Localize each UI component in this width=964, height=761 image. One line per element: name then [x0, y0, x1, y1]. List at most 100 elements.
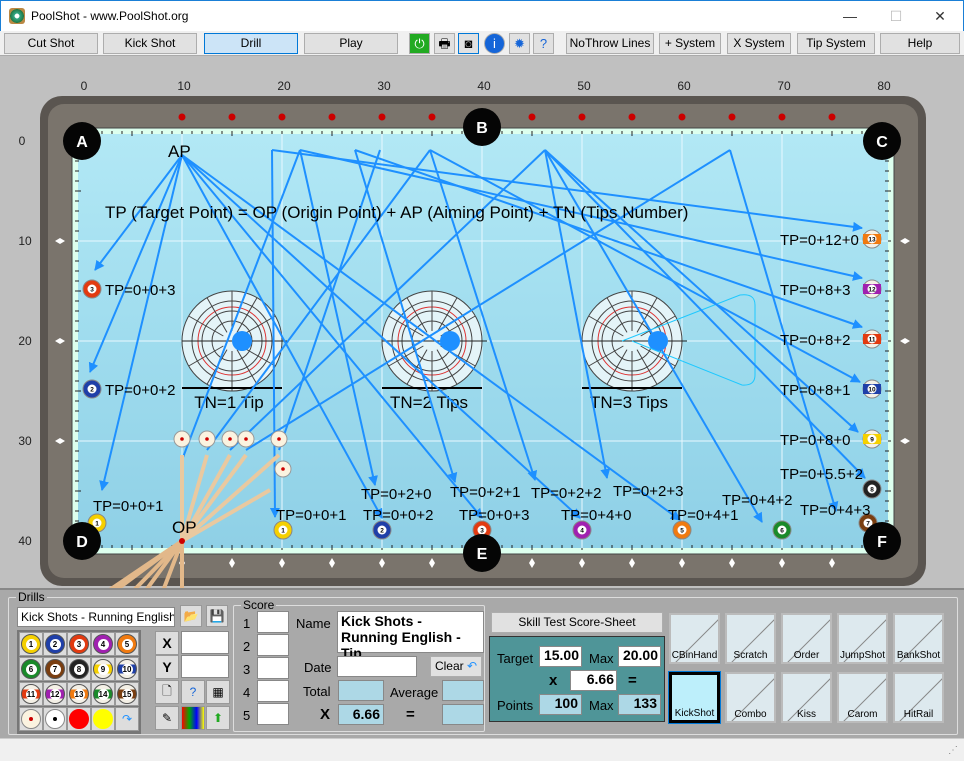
skill-multiplier[interactable]: 6.66	[570, 670, 617, 691]
palette-ball-8[interactable]: 8	[67, 657, 91, 681]
open-folder-icon[interactable]: 📂	[180, 605, 202, 627]
pocket-label: F	[877, 534, 887, 551]
export-folder-icon[interactable]: ⬆	[206, 706, 230, 730]
drill-type-kickshot[interactable]: KickShot	[668, 671, 721, 724]
palette-ball-7[interactable]: 7	[43, 657, 67, 681]
date-label: Date	[304, 660, 332, 675]
plus-system-button[interactable]: + System	[659, 33, 721, 54]
score-label: Score	[241, 598, 277, 612]
document-help-icon[interactable]: ?	[181, 680, 205, 704]
drill-type-kiss[interactable]: Kiss	[781, 672, 832, 723]
printer-icon[interactable]: 🖶	[434, 33, 455, 54]
resize-grip-icon[interactable]: ⋰	[948, 745, 958, 756]
power-icon[interactable]: ⏻	[409, 33, 430, 54]
ball-icon: 11	[21, 684, 41, 704]
palette-ball-12[interactable]: 12	[43, 682, 67, 706]
x-tick-label: 20	[277, 79, 291, 93]
rail-diamond	[678, 113, 686, 121]
x-tick-label: 0	[81, 79, 88, 93]
ball-number: 5	[121, 638, 133, 650]
maximize-button[interactable]: ☐	[873, 1, 919, 31]
score-row-field[interactable]	[257, 680, 289, 702]
drill-name-input[interactable]: Kick Shots - Running English - T	[17, 607, 175, 627]
y-input[interactable]	[181, 655, 229, 678]
skill-x-label: x	[549, 672, 558, 689]
palette-ball-1[interactable]: 1	[19, 632, 43, 656]
palette-ball-13[interactable]: 13	[67, 682, 91, 706]
palette-ball-4[interactable]: 4	[91, 632, 115, 656]
pocket-label: D	[76, 534, 88, 551]
gear-icon[interactable]: ✹	[509, 33, 530, 54]
clear-button[interactable]: Clear ↶	[430, 656, 482, 677]
help-document-icon[interactable]: ?	[533, 33, 554, 54]
kick-shot-button[interactable]: Kick Shot	[103, 33, 197, 54]
ball-icon: 5	[117, 634, 137, 654]
y-tick-label: 40	[18, 534, 32, 548]
palette-ball-15[interactable]: 15	[115, 682, 139, 706]
palette-ball-9[interactable]: 9	[91, 657, 115, 681]
ball-number: 2	[380, 528, 384, 535]
ball-number: 10	[121, 663, 133, 675]
cue-ball-red-dot-button[interactable]	[19, 707, 43, 731]
drill-type-bankshot[interactable]: BankShot	[893, 613, 944, 664]
score-row-field[interactable]	[257, 634, 289, 656]
ball-number: 3	[90, 287, 94, 294]
drill-type-carom[interactable]: Carom	[837, 672, 888, 723]
ball-number: 1	[281, 528, 285, 535]
ball-icon: 8	[69, 659, 89, 679]
x-input[interactable]	[181, 631, 229, 654]
palette-ball-14[interactable]: 14	[91, 682, 115, 706]
nothrow-lines-button[interactable]: NoThrow Lines	[566, 33, 654, 54]
camera-icon[interactable]: ◙	[458, 33, 479, 54]
new-document-icon[interactable]: 🗋	[155, 680, 179, 704]
info-icon[interactable]: i	[484, 33, 505, 54]
palette-ball-11[interactable]: 11	[19, 682, 43, 706]
drill-type-scratch[interactable]: Scratch	[725, 613, 776, 664]
pocket-label: A	[76, 134, 88, 151]
color-grid-icon[interactable]	[181, 706, 205, 730]
palette-ball-3[interactable]: 3	[67, 632, 91, 656]
drill-type-order[interactable]: Order	[781, 613, 832, 664]
palette-ball-2[interactable]: 2	[43, 632, 67, 656]
rail-diamond	[578, 113, 586, 121]
score-row-field[interactable]	[257, 657, 289, 679]
drill-type-combo[interactable]: Combo	[725, 672, 776, 723]
palette-ball-6[interactable]: 6	[19, 657, 43, 681]
yellow-marker-button[interactable]	[91, 707, 115, 731]
play-button[interactable]: Play	[304, 33, 398, 54]
skill-test-scoresheet-button[interactable]: Skill Test Score-Sheet	[491, 612, 663, 633]
cue-ball-black-dot-button[interactable]	[43, 707, 67, 731]
palette-ball-10[interactable]: 10	[115, 657, 139, 681]
pool-table[interactable]: 0 10 20 30 40 50 60 70 80010203040TN=1 Tip TN=2 T…	[0, 56, 964, 588]
save-icon[interactable]: 💾	[206, 605, 228, 627]
tip-system-button[interactable]: Tip System	[797, 33, 875, 54]
drill-type-jumpshot[interactable]: JumpShot	[837, 613, 888, 664]
target-field[interactable]: 15.00	[539, 646, 582, 667]
ball-number: 2	[90, 387, 94, 394]
drill-type-cbinhand[interactable]: CBinHand	[669, 613, 720, 664]
edit-notes-icon[interactable]: ✎	[155, 706, 179, 730]
date-field[interactable]	[337, 656, 417, 677]
ball-palette: 1 2 3 4 5 6 7 8 9 10 11 12 13 14 15 ↷	[17, 630, 141, 734]
ball-number: 5	[680, 528, 684, 535]
score-name-field[interactable]: Kick Shots - Running English - Tip	[337, 611, 484, 661]
ball-icon: 14	[93, 684, 113, 704]
drill-type-hitrail[interactable]: HitRail	[893, 672, 944, 723]
red-marker-button[interactable]	[67, 707, 91, 731]
palette-ball-5[interactable]: 5	[115, 632, 139, 656]
redo-icon[interactable]: ↷	[115, 707, 139, 731]
cut-shot-button[interactable]: Cut Shot	[4, 33, 98, 54]
score-row-field[interactable]	[257, 703, 289, 725]
ball-number: 4	[97, 638, 109, 650]
drill-button[interactable]: Drill	[204, 33, 298, 54]
rail-diamond	[778, 113, 786, 121]
score-row-field[interactable]	[257, 611, 289, 633]
tip-contact-dot	[232, 331, 252, 351]
x-system-button[interactable]: X System	[727, 33, 791, 54]
max-field[interactable]: 20.00	[618, 646, 661, 667]
ball-number: 15	[121, 688, 133, 700]
close-button[interactable]: ✕	[917, 1, 963, 31]
minimize-button[interactable]: —	[827, 1, 873, 31]
table-list-icon[interactable]: ▦	[206, 680, 230, 704]
help-button[interactable]: Help	[880, 33, 960, 54]
